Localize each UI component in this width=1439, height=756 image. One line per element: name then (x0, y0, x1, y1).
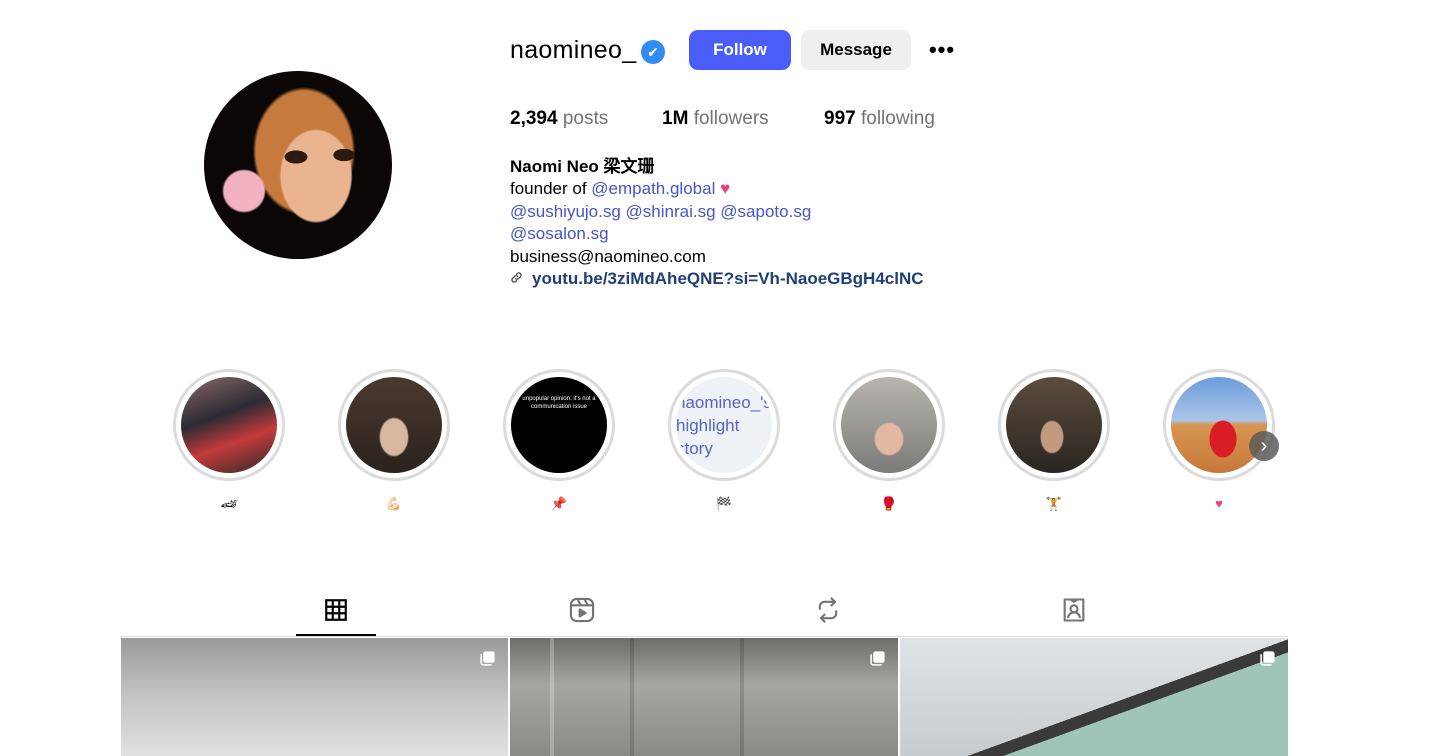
highlight-label: 🏎 (220, 496, 238, 511)
highlight-item[interactable] (998, 369, 1110, 481)
highlight-cover-text: unpopular opinion: it's not a communicat… (522, 396, 596, 410)
highlight-cover-broken-image: naomineo_'s highlight story (676, 377, 772, 473)
bio-link-text: youtu.be/3ziMdAheQNE?si=Vh-NaoeGBgH4clNC (532, 269, 924, 288)
bio-founder-prefix: founder of (510, 179, 587, 198)
post-thumbnail[interactable] (900, 638, 1288, 756)
highlight-item[interactable]: naomineo_'s highlight story (668, 369, 780, 481)
followers-count[interactable]: 1M followers (662, 108, 769, 130)
following-count-label: following (860, 108, 935, 129)
message-button[interactable]: Message (801, 30, 911, 70)
profile-full-name: Naomi Neo 梁文珊 (510, 157, 655, 176)
active-tab-indicator (296, 634, 376, 636)
followers-count-label: followers (693, 108, 769, 129)
following-count-value: 997 (824, 108, 856, 129)
following-count[interactable]: 997 following (824, 108, 935, 130)
bio-external-link[interactable]: youtu.be/3ziMdAheQNE?si=Vh-NaoeGBgH4clNC (510, 268, 924, 291)
bio-founder-line: founder of @empath.global ♥ (510, 178, 730, 200)
verified-badge-icon: ✔ (641, 40, 665, 64)
highlight-item[interactable] (338, 369, 450, 481)
tabs-divider (121, 636, 1288, 637)
carousel-icon (870, 651, 885, 666)
highlight-label: 💪🏻 (385, 496, 403, 511)
repost-icon (818, 597, 838, 623)
post-thumbnail[interactable] (121, 638, 508, 756)
highlight-label: 📌 (550, 496, 568, 511)
link-icon (510, 269, 524, 291)
highlight-alt-text: naomineo_'s highlight story (676, 392, 772, 458)
grid-icon (325, 599, 347, 621)
heart-icon: ♥ (720, 179, 731, 198)
highlight-item[interactable]: unpopular opinion: it's not a communicat… (503, 369, 615, 481)
highlight-item[interactable] (833, 369, 945, 481)
bio-mentions-line: @sushiyujo.sg @shinrai.sg @sapoto.sg (510, 201, 811, 223)
tab-reels[interactable] (542, 592, 622, 628)
tagged-icon (1063, 598, 1085, 622)
more-options-icon[interactable]: ••• (926, 36, 958, 64)
highlight-cover (346, 377, 442, 473)
profile-avatar[interactable] (204, 71, 392, 259)
followers-count-value: 1M (662, 108, 689, 129)
highlight-cover (181, 377, 277, 473)
bio-email: business@naomineo.com (510, 247, 706, 266)
tab-posts[interactable] (296, 592, 376, 628)
highlight-item[interactable] (1163, 369, 1275, 481)
highlights-next-chevron-icon[interactable]: › (1249, 431, 1279, 461)
highlight-cover: unpopular opinion: it's not a communicat… (511, 377, 607, 473)
bio-mention-sosalon[interactable]: @sosalon.sg (510, 224, 609, 243)
bio-mention-sushiyujo[interactable]: @sushiyujo.sg (510, 202, 621, 221)
bio-mention-empath[interactable]: @empath.global (591, 179, 715, 198)
highlight-cover (1006, 377, 1102, 473)
highlight-label: 🥊 (880, 496, 898, 511)
highlight-label: ♥ (1215, 496, 1223, 511)
posts-count-value: 2,394 (510, 108, 558, 129)
carousel-icon (480, 651, 495, 666)
profile-username: naomineo_ (510, 36, 637, 64)
highlight-cover (1171, 377, 1267, 473)
highlight-label: 🏁 (715, 496, 733, 511)
highlight-item[interactable] (173, 369, 285, 481)
reels-icon (569, 597, 595, 623)
tab-reposts[interactable] (788, 592, 868, 628)
carousel-icon (1260, 651, 1275, 666)
bio-mention-shinrai[interactable]: @shinrai.sg (626, 202, 716, 221)
posts-count: 2,394 posts (510, 108, 608, 130)
highlight-cover (841, 377, 937, 473)
bio-mention-sapoto[interactable]: @sapoto.sg (720, 202, 811, 221)
highlight-label: 🏋 (1045, 496, 1063, 511)
follow-button[interactable]: Follow (689, 30, 791, 70)
posts-count-label: posts (562, 108, 609, 129)
tab-tagged[interactable] (1034, 592, 1114, 628)
bio-salon-line: @sosalon.sg (510, 223, 609, 245)
post-thumbnail[interactable] (510, 638, 898, 756)
